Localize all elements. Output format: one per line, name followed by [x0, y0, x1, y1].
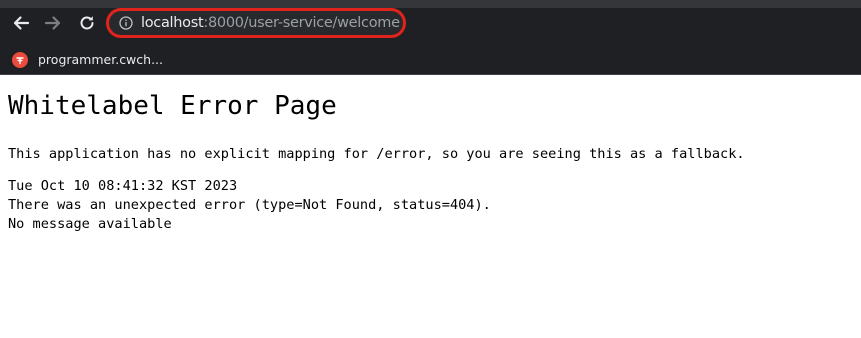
error-timestamp: Tue Oct 10 08:41:32 KST 2023 — [8, 178, 238, 194]
page-title: Whitelabel Error Page — [8, 91, 337, 121]
fallback-message: This application has no explicit mapping… — [8, 146, 745, 162]
reload-icon — [80, 16, 94, 30]
bookmarks-bar: programmer.cwch... — [0, 44, 861, 75]
bookmark-label: programmer.cwch... — [38, 52, 163, 67]
forward-button[interactable] — [42, 12, 64, 34]
back-button[interactable] — [10, 12, 32, 34]
arrow-left-icon — [13, 16, 30, 30]
info-circle-icon[interactable] — [119, 16, 133, 30]
url-text: localhost:8000/user-service/welcome — [141, 15, 400, 31]
bookmark-item[interactable]: programmer.cwch... — [12, 50, 163, 69]
url-path: :8000/user-service/welcome — [203, 15, 400, 31]
arrow-right-icon — [44, 16, 61, 30]
address-bar[interactable]: localhost:8000/user-service/welcome — [106, 8, 406, 38]
page-content: Whitelabel Error Page This application h… — [0, 75, 861, 338]
reload-button[interactable] — [76, 12, 98, 34]
bookmark-favicon-icon — [12, 51, 28, 68]
error-message: No message available — [8, 216, 172, 232]
url-host: localhost — [141, 15, 204, 31]
browser-toolbar: localhost:8000/user-service/welcome — [0, 0, 861, 44]
error-detail: There was an unexpected error (type=Not … — [8, 197, 491, 213]
